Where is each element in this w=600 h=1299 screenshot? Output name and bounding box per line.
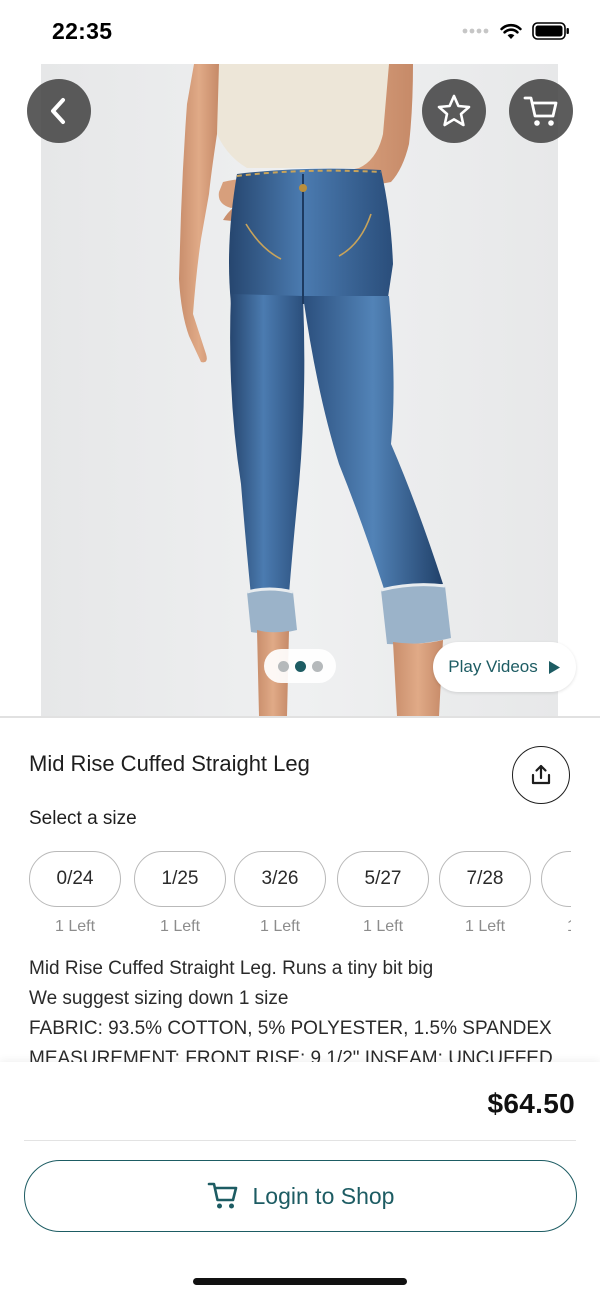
size-pill[interactable]: 0/24 [29,851,121,907]
description-line: MEASUREMENT: FRONT RISE: 9 1/2" INSEAM: … [29,1048,553,1062]
size-stock: 1 Left [464,918,506,935]
login-to-shop-label: Login to Shop [252,1182,395,1209]
size-option[interactable]: 5/27 1 Left [337,851,429,936]
size-stock: 1 Left [159,918,201,935]
back-button[interactable] [27,79,91,143]
pagination-dot[interactable] [311,660,323,672]
size-option[interactable]: 0/24 1 Left [29,851,121,936]
size-stock: 1 Left [541,918,571,936]
chevron-left-icon [51,98,65,124]
battery-icon [532,22,569,40]
product-photo [41,64,558,716]
favorite-button[interactable] [422,79,486,143]
product-title: Mid Rise Cuffed Straight Leg [29,751,310,776]
size-option[interactable]: 7/28 1 Left [439,851,531,936]
jeans-model-illustration [41,64,558,716]
checkout-bar: $64.50 Login to Shop [0,1062,600,1299]
size-option[interactable]: 9 1 Left [541,851,571,936]
select-size-label: Select a size [29,808,137,829]
status-icons [462,22,570,40]
size-option[interactable]: 1/25 1 Left [134,851,226,936]
wifi-icon [500,23,522,39]
size-option[interactable]: 3/26 1 Left [234,851,326,936]
description-line: Mid Rise Cuffed Straight Leg. Runs a tin… [29,958,434,979]
login-to-shop-button[interactable]: Login to Shop [24,1160,577,1232]
pagination-dot-active[interactable] [294,660,306,672]
product-description: Mid Rise Cuffed Straight Leg. Runs a tin… [29,954,589,1062]
play-videos-label: Play Videos [448,657,538,676]
size-pill[interactable]: 7/28 [439,851,531,907]
star-icon [437,94,471,127]
status-bar: 22:35 [0,0,600,64]
divider [24,1140,576,1141]
share-button[interactable] [512,746,570,804]
signal-dots-icon [462,28,489,34]
description-line: FABRIC: 93.5% COTTON, 5% POLYESTER, 1.5%… [29,1018,552,1039]
size-pill[interactable]: 3/26 [234,851,326,907]
price: $64.50 [487,1088,575,1119]
size-selector: 0/24 1 Left 1/25 1 Left 3/26 1 Left 5/27… [29,851,571,941]
pagination-dot[interactable] [277,660,289,672]
divider [0,716,600,718]
size-pill[interactable]: 1/25 [134,851,226,907]
size-stock: 1 Left [362,918,404,935]
home-indicator[interactable] [193,1278,407,1285]
description-line: We suggest sizing down 1 size [29,988,289,1009]
carousel-pagination[interactable] [264,649,336,683]
cart-icon [523,96,558,126]
size-stock: 1 Left [259,918,301,935]
share-icon [531,764,551,785]
size-pill[interactable]: 5/27 [337,851,429,907]
cart-button[interactable] [509,79,573,143]
play-icon [548,660,560,674]
play-videos-button[interactable]: Play Videos [433,642,576,692]
size-stock: 1 Left [54,918,96,935]
product-image-carousel[interactable]: Play Videos [0,64,600,716]
size-pill[interactable]: 9 [541,851,571,907]
status-time: 22:35 [52,18,113,44]
cart-icon [207,1182,237,1209]
